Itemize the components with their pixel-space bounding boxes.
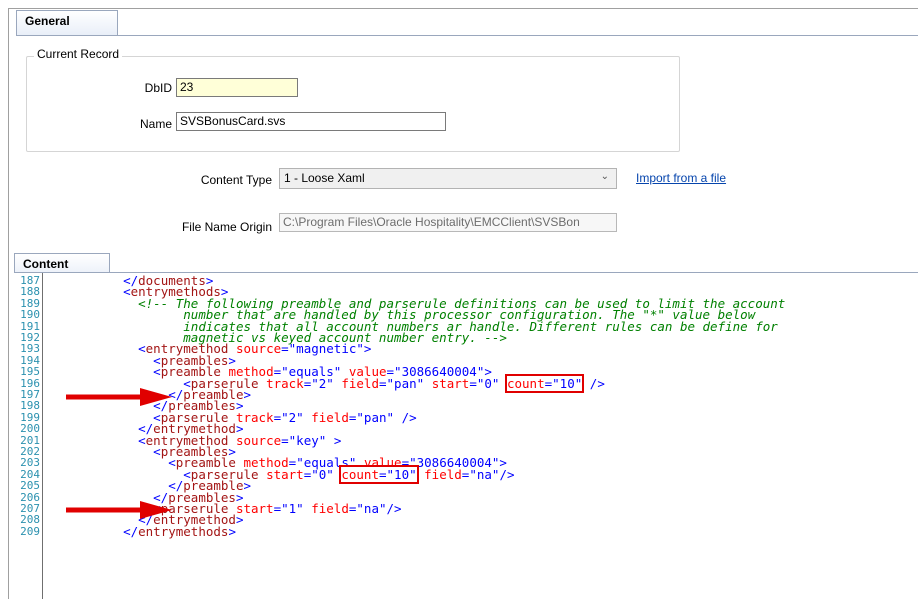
name-label: Name	[139, 117, 172, 131]
current-record-group	[26, 56, 680, 152]
chevron-down-icon: ⌄	[600, 171, 609, 182]
line-number: 200	[20, 422, 40, 436]
import-from-file-link[interactable]: Import from a file	[636, 171, 726, 185]
code-text: </entrymethods>	[123, 523, 236, 539]
arrow-icon	[66, 501, 172, 519]
code-line: 209 </entrymethods>	[14, 523, 914, 539]
file-name-origin-label: File Name Origin	[181, 220, 272, 234]
content-type-value: 1 - Loose Xaml	[284, 171, 365, 185]
line-number: 190	[20, 308, 40, 322]
line-number: 209	[20, 524, 40, 538]
tab-content-label: Content	[23, 257, 69, 271]
dbid-label: DbID	[144, 81, 172, 95]
tab-general[interactable]: General	[16, 10, 118, 36]
tab-strip-divider	[16, 35, 918, 36]
name-field[interactable]: SVSBonusCard.svs	[176, 112, 446, 131]
file-name-origin-field: C:\Program Files\Oracle Hospitality\EMCC…	[279, 213, 617, 232]
line-number: 205	[20, 479, 40, 493]
content-type-select[interactable]: 1 - Loose Xaml ⌄	[279, 168, 617, 189]
dbid-field[interactable]: 23	[176, 78, 298, 97]
tab-general-label: General	[25, 14, 70, 28]
xml-code-editor[interactable]: 187 </documents> 188 <entrymethods> 189 <!…	[14, 272, 918, 599]
arrow-icon	[66, 388, 172, 406]
line-number: 195	[20, 365, 40, 379]
current-record-title: Current Record	[34, 47, 123, 61]
content-type-label: Content Type	[200, 173, 272, 187]
